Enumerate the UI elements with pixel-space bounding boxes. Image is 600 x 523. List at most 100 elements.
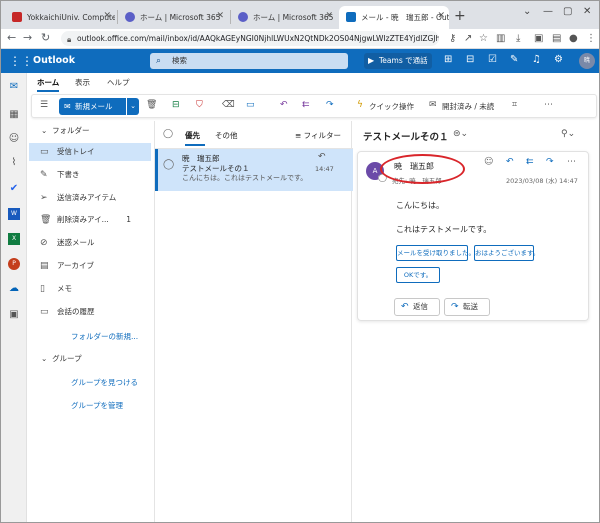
download-icon[interactable]: ⤓ [516, 33, 520, 44]
folder-archive[interactable]: ▤ アーカイブ [29, 257, 151, 275]
search-input[interactable]: ⌕ 検索 [150, 53, 348, 69]
m365-icon [238, 12, 248, 22]
browser-tab[interactable]: YokkaichiUniv. Compute ✕ [5, 6, 115, 29]
folder-junk[interactable]: ⊘ 迷惑メール [29, 234, 151, 252]
select-all-icon[interactable]: ◯ [163, 129, 173, 139]
tab-other[interactable]: その他 [215, 130, 238, 141]
reply-icon[interactable]: ↶ [506, 157, 514, 167]
people-icon[interactable]: ☺ [8, 133, 20, 145]
attach-icon[interactable]: ⌇ [8, 157, 20, 169]
summary-icon[interactable]: ⊜⌄ [453, 129, 468, 139]
reload-icon[interactable]: ↻ [41, 31, 50, 44]
emoji-icon[interactable]: ☺ [484, 157, 493, 167]
star-icon[interactable]: ☆ [479, 33, 488, 44]
forward-button[interactable]: ↷ 転送 [444, 298, 490, 316]
teams-icon[interactable]: ⊟ [466, 54, 474, 65]
chevron-down-icon[interactable]: ⌄ [523, 6, 531, 17]
suggested-reply-button[interactable]: メールを受け取りました。 [396, 245, 475, 261]
folder-drafts[interactable]: ✎ 下書き [29, 166, 151, 184]
filter-button[interactable]: ≡ フィルター [295, 130, 341, 141]
close-icon[interactable]: ✕ [325, 11, 333, 21]
envelope-open-icon[interactable]: ✉ [429, 100, 437, 110]
teams-call-button[interactable]: ▶ Teams で通話 [364, 53, 432, 69]
folder-conversation-history[interactable]: ▭ 会話の履歴 [29, 303, 151, 321]
forward-icon[interactable]: ↷ [546, 157, 554, 167]
folder-deleted[interactable]: 🗑︎ 削除済みアイ... 1 [29, 211, 151, 229]
move-icon[interactable]: ▭ [246, 100, 255, 110]
powerpoint-icon[interactable]: P [8, 258, 20, 270]
browser-tab[interactable]: ホーム | Microsoft 365 ✕ [231, 6, 337, 29]
mail-icon[interactable]: ✉ [8, 81, 20, 93]
lightning-icon[interactable]: ϟ [357, 100, 363, 110]
extensions-icon[interactable]: ▣ [534, 33, 543, 44]
user-avatar[interactable]: 暁 [579, 53, 595, 69]
hamburger-icon[interactable]: ☰ [40, 100, 48, 110]
sidebar-icon[interactable]: ▥ [496, 33, 505, 44]
radio-icon[interactable]: ◯ [163, 159, 174, 170]
quick-steps-button[interactable]: クイック操作 [369, 101, 414, 112]
meet-icon[interactable]: ⊞ [444, 54, 452, 65]
menu-icon[interactable]: ⋮ [586, 33, 596, 44]
panel-icon[interactable]: ▤ [552, 33, 561, 44]
tab-view[interactable]: 表示 [75, 77, 90, 88]
url-field[interactable]: 🔒︎ outlook.office.com/mail/inbox/id/AAQkA… [61, 31, 439, 46]
todo-check-icon[interactable]: ✔ [8, 183, 20, 195]
suggested-reply-button[interactable]: OKです。 [396, 267, 440, 283]
more-icon[interactable]: ⋯ [567, 157, 576, 167]
sweep-icon[interactable]: ⌫ [222, 100, 235, 110]
tag-icon[interactable]: ⌗ [512, 100, 517, 110]
close-window-icon[interactable]: ✕ [583, 6, 591, 17]
suggested-reply-button[interactable]: おはようございます。 [474, 245, 539, 261]
forward-icon[interactable]: → [23, 31, 32, 44]
archive-icon[interactable]: ⊟ [172, 100, 180, 110]
tab-help[interactable]: ヘルプ [107, 77, 130, 88]
reply-all-icon[interactable]: ⇇ [302, 100, 310, 110]
reply-button[interactable]: ↶ 返信 [394, 298, 440, 316]
bell-icon[interactable]: ♫ [532, 54, 541, 65]
read-unread-button[interactable]: 開封済み / 未読 [442, 101, 494, 112]
apps-icon[interactable]: ▣ [8, 309, 20, 321]
word-icon[interactable]: W [8, 208, 20, 220]
back-icon[interactable]: ← [7, 31, 16, 44]
new-folder-link[interactable]: フォルダーの新規... [71, 331, 138, 342]
video-icon: ▶ [368, 56, 375, 65]
folders-root[interactable]: ⌄ フォルダー [41, 125, 90, 136]
profile-icon[interactable]: ● [569, 33, 578, 44]
forward-icon[interactable]: ↷ [326, 100, 334, 110]
folder-pane: ⌄ フォルダー ▭ 受信トレイ ✎ 下書き ➢ 送信済みアイテム 🗑︎ 削除済みアイ..… [27, 121, 154, 522]
todo-icon[interactable]: ☑ [488, 54, 497, 65]
onedrive-icon[interactable]: ☁ [8, 283, 20, 295]
manage-groups-link[interactable]: グループを管理 [71, 400, 123, 411]
reply-icon[interactable]: ↶ [280, 100, 288, 110]
key-icon[interactable]: ⚷ [449, 33, 456, 44]
find-groups-link[interactable]: グループを見つける [71, 377, 138, 388]
share-icon[interactable]: ↗ [464, 33, 472, 44]
chevron-down-icon[interactable]: ⌄ [126, 98, 139, 115]
message-item[interactable]: ◯ 暁 瑞五郎 テストメールその１ こんにちは。これはテストメールです。 ↶ 1… [155, 149, 353, 191]
tab-focused[interactable]: 優先 [185, 130, 200, 141]
report-icon[interactable]: ⛉ [196, 100, 203, 110]
delete-icon[interactable]: 🗑︎ [146, 100, 157, 110]
feedback-icon[interactable]: ✎ [510, 54, 518, 65]
calendar-icon[interactable]: ▦ [8, 109, 20, 121]
maximize-icon[interactable]: ▢ [563, 6, 572, 17]
zoom-icon[interactable]: ⚲⌄ [561, 129, 575, 139]
reply-all-icon[interactable]: ⇇ [526, 157, 534, 167]
more-icon[interactable]: ⋯ [544, 100, 553, 110]
browser-tab[interactable]: ホーム | Microsoft 365 ✕ [118, 6, 228, 29]
new-tab-icon[interactable]: + [454, 8, 466, 24]
minimize-icon[interactable]: — [543, 6, 553, 17]
excel-icon[interactable]: X [8, 233, 20, 245]
close-icon[interactable]: ✕ [103, 11, 111, 21]
browser-tab-active[interactable]: メール - 暁 瑞五郎 - Out ✕ [339, 6, 449, 29]
folder-inbox[interactable]: ▭ 受信トレイ [29, 143, 151, 161]
folder-notes[interactable]: ▯ メモ [29, 280, 151, 298]
tab-home[interactable]: ホーム [37, 77, 60, 92]
groups-root[interactable]: ⌄ グループ [41, 353, 82, 364]
close-icon[interactable]: ✕ [437, 11, 445, 21]
close-icon[interactable]: ✕ [216, 11, 224, 21]
app-launcher-icon[interactable]: ⋮⋮ [9, 54, 33, 68]
folder-sent[interactable]: ➢ 送信済みアイテム [29, 189, 151, 207]
gear-icon[interactable]: ⚙ [554, 54, 563, 65]
new-mail-button[interactable]: ✉ 新規メール ⌄ [59, 98, 139, 115]
